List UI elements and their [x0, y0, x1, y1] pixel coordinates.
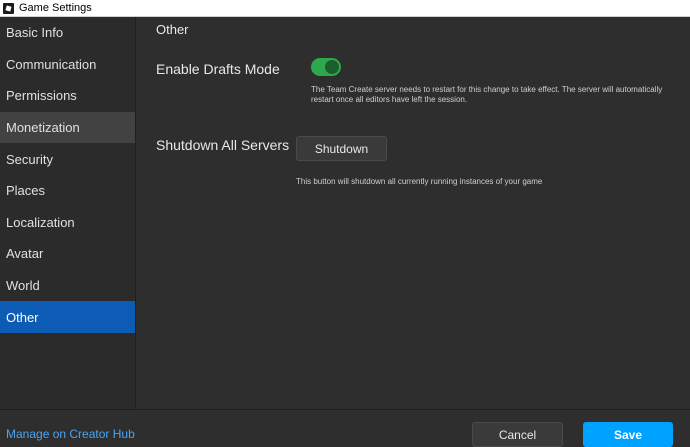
manage-on-creator-hub-link[interactable]: Manage on Creator Hub: [6, 427, 135, 441]
shutdown-button[interactable]: Shutdown: [296, 136, 387, 161]
section-title: Other: [156, 22, 189, 37]
sidebar-item-monetization[interactable]: Monetization: [0, 111, 135, 144]
toggle-knob: [325, 60, 339, 74]
shutdown-servers-label: Shutdown All Servers: [156, 137, 290, 153]
drafts-mode-description: The Team Create server needs to restart …: [311, 85, 663, 104]
sidebar-item-world[interactable]: World: [0, 270, 135, 302]
settings-sidebar: Basic Info Communication Permissions Mon…: [0, 17, 136, 409]
sidebar-item-avatar[interactable]: Avatar: [0, 238, 135, 270]
dialog-footer: Manage on Creator Hub Cancel Save: [0, 409, 690, 447]
drafts-mode-label: Enable Drafts Mode: [156, 61, 280, 77]
sidebar-item-places[interactable]: Places: [0, 175, 135, 207]
sidebar-item-permissions[interactable]: Permissions: [0, 80, 135, 112]
sidebar-item-other[interactable]: Other: [0, 301, 135, 333]
roblox-studio-icon: [3, 2, 14, 14]
sidebar-item-basic-info[interactable]: Basic Info: [0, 17, 135, 49]
save-button[interactable]: Save: [583, 422, 673, 447]
sidebar-item-security[interactable]: Security: [0, 143, 135, 175]
sidebar-item-communication[interactable]: Communication: [0, 49, 135, 81]
drafts-mode-toggle[interactable]: [311, 58, 341, 76]
settings-content: Other Enable Drafts Mode The Team Create…: [137, 17, 690, 409]
shutdown-description: This button will shutdown all currently …: [296, 177, 543, 186]
cancel-button[interactable]: Cancel: [472, 422, 563, 447]
sidebar-item-localization[interactable]: Localization: [0, 207, 135, 239]
window-titlebar: Game Settings: [0, 0, 690, 17]
window-title: Game Settings: [19, 2, 92, 14]
